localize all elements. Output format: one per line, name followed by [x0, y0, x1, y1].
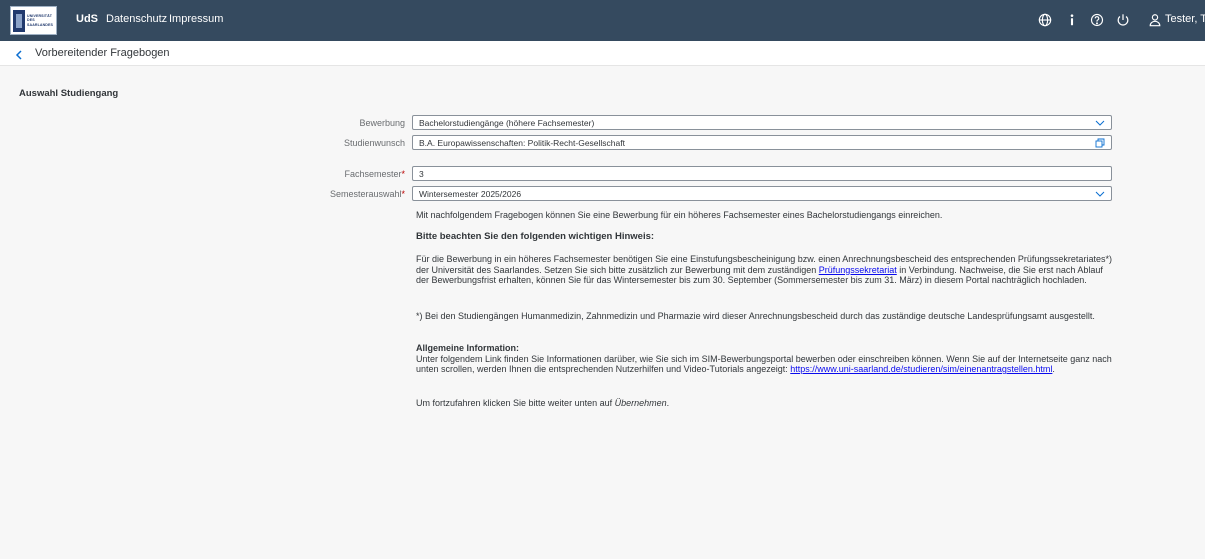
- page-header: Vorbereitender Fragebogen: [0, 41, 1205, 66]
- semesterauswahl-value: Wintersemester 2025/2026: [419, 189, 522, 199]
- chevron-down-icon[interactable]: [1095, 118, 1105, 128]
- semesterauswahl-label: Semesterauswahl*: [329, 189, 405, 199]
- university-logo[interactable]: UNIVERSITÄT DES SAARLANDES: [10, 6, 57, 35]
- nav-link-uds[interactable]: UdS: [76, 13, 98, 25]
- power-icon[interactable]: [1114, 11, 1132, 29]
- intro-text: Mit nachfolgendem Fragebogen können Sie …: [416, 210, 943, 220]
- pruefungssekretariat-link[interactable]: Prüfungssekretariat: [819, 265, 897, 275]
- section-title: Auswahl Studiengang: [19, 88, 119, 99]
- semesterauswahl-select[interactable]: Wintersemester 2025/2026: [412, 186, 1112, 201]
- studienwunsch-value: B.A. Europawissenschaften: Politik-Recht…: [419, 138, 625, 148]
- continue-hint: Um fortzufahren klicken Sie bitte weiter…: [416, 398, 670, 408]
- fachsemester-value: 3: [419, 169, 424, 179]
- fachsemester-input[interactable]: 3: [412, 166, 1112, 181]
- bewerbung-label: Bewerbung: [359, 118, 405, 128]
- nav-link-impressum[interactable]: Impressum: [169, 13, 223, 25]
- studienwunsch-field[interactable]: B.A. Europawissenschaften: Politik-Recht…: [412, 135, 1112, 150]
- studienwunsch-label: Studienwunsch: [343, 138, 405, 148]
- fachsemester-label: Fachsemester*: [344, 169, 405, 179]
- user-name[interactable]: Tester, Te: [1165, 13, 1205, 25]
- general-info-block: Allgemeine Information: Unter folgendem …: [416, 343, 1116, 375]
- sim-help-link[interactable]: https://www.uni-saarland.de/studieren/si…: [790, 364, 1052, 374]
- chevron-down-icon[interactable]: [1095, 189, 1105, 199]
- logo-line-3: SAARLANDES: [27, 22, 53, 27]
- user-icon[interactable]: [1146, 11, 1164, 29]
- bewerbung-value: Bachelorstudiengänge (höhere Fachsemeste…: [419, 118, 595, 128]
- bewerbung-select[interactable]: Bachelorstudiengänge (höhere Fachsemeste…: [412, 115, 1112, 130]
- footnote-paragraph: *) Bei den Studiengängen Humanmedizin, Z…: [416, 311, 1095, 321]
- globe-icon[interactable]: [1036, 11, 1054, 29]
- general-info-heading: Allgemeine Information:: [416, 343, 520, 353]
- page-title: Vorbereitender Fragebogen: [35, 47, 170, 59]
- required-marker: *: [401, 189, 405, 199]
- help-icon[interactable]: [1088, 11, 1106, 29]
- uebernehmen-emphasis: Übernehmen: [614, 398, 667, 408]
- required-marker: *: [401, 169, 405, 179]
- shell-bar: UNIVERSITÄT DES SAARLANDES UdS Datenschu…: [0, 0, 1205, 41]
- back-arrow-icon[interactable]: [13, 48, 25, 60]
- hint-heading: Bitte beachten Sie den folgenden wichtig…: [416, 231, 655, 242]
- logo-mark-icon: [13, 9, 25, 32]
- value-help-icon[interactable]: [1095, 138, 1105, 148]
- nav-link-datenschutz[interactable]: Datenschutz: [106, 13, 167, 25]
- hint-paragraph: Für die Bewerbung in ein höheres Fachsem…: [416, 254, 1112, 285]
- info-icon[interactable]: [1063, 11, 1081, 29]
